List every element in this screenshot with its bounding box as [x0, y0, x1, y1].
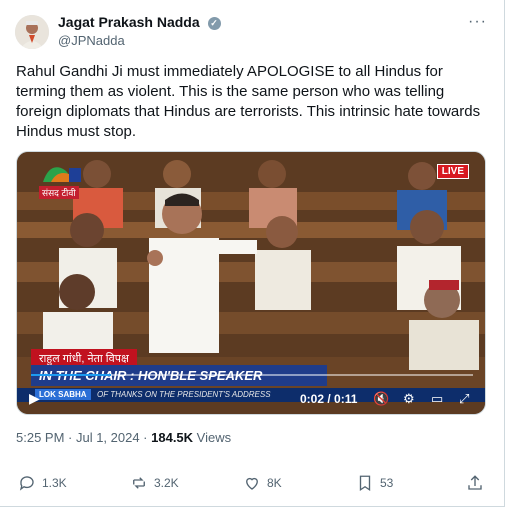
avatar[interactable]: [15, 15, 49, 49]
views-count: 184.5K: [151, 430, 194, 445]
settings-icon[interactable]: ⚙: [403, 391, 415, 407]
repost-button[interactable]: 3.2K: [130, 474, 179, 492]
bookmark-button[interactable]: 53: [356, 474, 393, 492]
more-options-icon[interactable]: ···: [468, 13, 487, 31]
action-bar: 1.3K 3.2K 8K 53: [0, 466, 505, 496]
tweet-meta: 5:25 PM · Jul 1, 2024 · 184.5K Views: [16, 430, 231, 445]
video-progress-fill: [31, 374, 111, 376]
tweet-text: Rahul Gandhi Ji must immediately APOLOGI…: [16, 63, 481, 140]
verified-badge-icon: ✓: [207, 17, 221, 30]
author-handle[interactable]: @JPNadda: [58, 33, 125, 48]
video-time: 0:02 / 0:11: [300, 392, 358, 406]
picture-in-picture-icon[interactable]: ▭: [431, 391, 443, 407]
like-count: 8K: [267, 476, 282, 490]
heart-icon: [246, 477, 258, 490]
repost-count: 3.2K: [154, 476, 179, 490]
tweet-time[interactable]: 5:25 PM · Jul 1, 2024 ·: [16, 430, 151, 445]
like-button[interactable]: 8K: [243, 474, 282, 492]
repost-icon: [133, 477, 145, 489]
tweet-card: Jagat Prakash Nadda ✓ @JPNadda ··· Rahul…: [0, 0, 505, 507]
views-label: Views: [193, 430, 232, 445]
reply-button[interactable]: 1.3K: [18, 474, 67, 492]
reply-count: 1.3K: [42, 476, 67, 490]
live-badge: LIVE: [436, 164, 469, 179]
bookmark-count: 53: [380, 476, 394, 490]
video-player[interactable]: संसद टीवी LIVE राहुल गांधी, नेता विपक्ष …: [16, 151, 486, 415]
video-controls: ▶ 0:02 / 0:11 🔇 ⚙ ▭ ⤢: [17, 384, 485, 414]
fullscreen-icon[interactable]: ⤢: [459, 391, 469, 407]
author-name[interactable]: Jagat Prakash Nadda ✓: [58, 14, 221, 30]
share-button[interactable]: [466, 474, 490, 492]
video-progress-bar[interactable]: [31, 374, 473, 376]
volume-icon[interactable]: 🔇: [373, 391, 389, 407]
channel-name: संसद टीवी: [39, 186, 79, 199]
reply-icon: [19, 476, 34, 491]
bookmark-icon: [359, 475, 371, 492]
play-icon[interactable]: ▶: [29, 390, 40, 407]
share-icon: [468, 475, 482, 490]
author-name-text[interactable]: Jagat Prakash Nadda: [58, 14, 200, 30]
